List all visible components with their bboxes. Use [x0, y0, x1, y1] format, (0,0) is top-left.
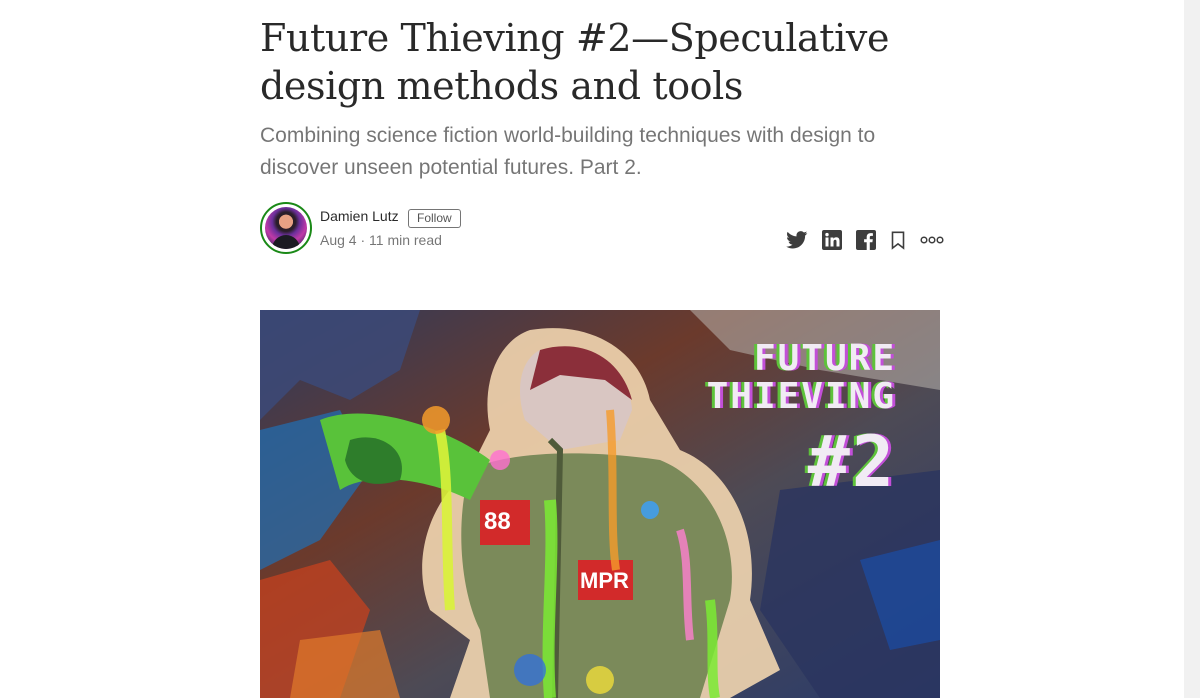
- scrollbar-track[interactable]: [1184, 0, 1200, 698]
- hero-badge-mpr: MPR: [580, 568, 629, 593]
- more-icon[interactable]: [920, 230, 944, 250]
- hero-image: 88 MPR FUTURE THIEVING #2: [260, 310, 940, 698]
- twitter-icon[interactable]: [786, 230, 808, 250]
- hero-line-thieving: THIEVING: [706, 376, 896, 417]
- facebook-icon[interactable]: [856, 230, 876, 250]
- byline: Damien Lutz Follow Aug 4 · 11 min read: [260, 202, 950, 258]
- article-subtitle: Combining science fiction world-building…: [260, 124, 876, 179]
- article-title: Future Thieving #2—Speculative design me…: [260, 16, 890, 108]
- avatar-shirt: [272, 235, 300, 249]
- hero-overlay-title: FUTURE THIEVING #2: [706, 338, 896, 503]
- avatar[interactable]: [260, 202, 312, 254]
- share-bar: [786, 230, 944, 250]
- follow-button[interactable]: Follow: [408, 209, 461, 228]
- bookmark-icon[interactable]: [890, 230, 906, 250]
- publish-meta: Aug 4 · 11 min read: [320, 232, 442, 248]
- linkedin-icon[interactable]: [822, 230, 842, 250]
- avatar-photo: [265, 207, 307, 249]
- hero-line-future: FUTURE: [753, 338, 896, 379]
- hero-badge-88: 88: [484, 508, 511, 535]
- author-name[interactable]: Damien Lutz: [320, 208, 399, 224]
- hero-line-number: #2: [807, 421, 896, 503]
